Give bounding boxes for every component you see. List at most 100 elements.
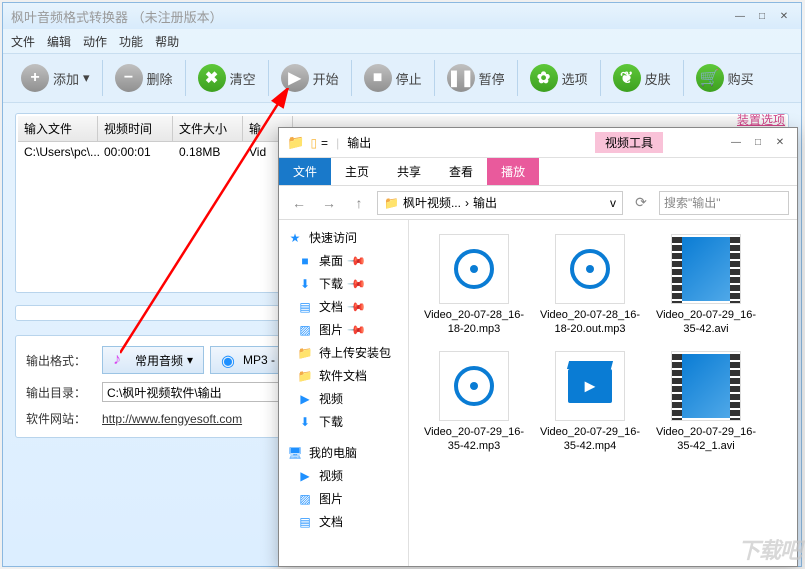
minus-icon: −	[115, 64, 143, 92]
refresh-icon[interactable]: ⟳	[629, 191, 653, 215]
skin-button[interactable]: ❦皮肤	[607, 60, 677, 96]
file-name: Video_20-07-29_16-35-42.mp3	[423, 425, 525, 454]
folder-icon: 📁	[384, 196, 399, 210]
chevron-down-icon: ▾	[187, 353, 193, 367]
plus-icon: +	[21, 64, 49, 92]
file-name: Video_20-07-28_16-18-20.mp3	[423, 308, 525, 337]
file-list: Video_20-07-28_16-18-20.mp3 Video_20-07-2…	[409, 220, 797, 566]
nav-quick-access[interactable]: ★快速访问	[279, 226, 408, 249]
window-title: 枫叶音频格式转换器 （未注册版本）	[11, 7, 223, 26]
file-thumb	[555, 234, 625, 304]
x-icon: ✖	[198, 64, 226, 92]
file-name: Video_20-07-29_16-35-42.mp4	[539, 425, 641, 454]
nav-documents[interactable]: ▤文档📌	[279, 295, 408, 318]
start-button[interactable]: ▶开始	[275, 60, 345, 96]
file-item[interactable]: Video_20-07-29_16-35-42.mp4	[535, 347, 645, 458]
file-thumb	[671, 234, 741, 304]
video-icon: ▶	[297, 392, 313, 406]
ribbon-view[interactable]: 查看	[435, 158, 487, 185]
apple-icon: ❦	[613, 64, 641, 92]
play-icon: ▶	[281, 64, 309, 92]
col-input[interactable]: 输入文件	[18, 116, 98, 141]
buy-button[interactable]: 🛒购买	[690, 60, 760, 96]
nav-my-pc[interactable]: 🖥我的电脑	[279, 441, 408, 464]
clear-button[interactable]: ✖清空	[192, 60, 262, 96]
file-item[interactable]: Video_20-07-29_16-35-42.mp3	[419, 347, 529, 458]
ribbon-home[interactable]: 主页	[331, 158, 383, 185]
folder-icon: 📁	[287, 134, 304, 151]
device-options-link[interactable]: 装置选项	[737, 111, 785, 128]
file-thumb	[439, 351, 509, 421]
nav-back[interactable]: ←	[287, 191, 311, 215]
menu-file[interactable]: 文件	[11, 33, 35, 50]
site-label: 软件网站：	[26, 410, 96, 427]
nav-pc-documents[interactable]: ▤文档	[279, 510, 408, 533]
nav-forward[interactable]: →	[317, 191, 341, 215]
nav-pc-video[interactable]: ▶视频	[279, 464, 408, 487]
exp-maximize[interactable]: □	[749, 136, 767, 150]
document-icon: ▤	[297, 300, 313, 314]
menu-action[interactable]: 动作	[83, 33, 107, 50]
ribbon-file[interactable]: 文件	[279, 158, 331, 185]
nav-pc-pictures[interactable]: ▨图片	[279, 487, 408, 510]
nav-upload-pkg[interactable]: 📁待上传安装包	[279, 341, 408, 364]
delete-button[interactable]: −删除	[109, 60, 179, 96]
format-select[interactable]: ♪常用音频▾	[102, 346, 204, 374]
close-button[interactable]: ✕	[775, 9, 793, 23]
cart-icon: 🛒	[696, 64, 724, 92]
ribbon-play[interactable]: 播放	[487, 158, 539, 185]
col-duration[interactable]: 视频时间	[98, 116, 173, 141]
output-dir-input[interactable]	[102, 382, 282, 402]
add-button[interactable]: +添加▾	[15, 60, 96, 96]
download-icon: ⬇	[297, 415, 313, 429]
nav-pictures[interactable]: ▨图片📌	[279, 318, 408, 341]
folder-icon: 📁	[297, 346, 313, 360]
maximize-button[interactable]: □	[753, 9, 771, 23]
stop-button[interactable]: ■停止	[358, 60, 428, 96]
file-item[interactable]: Video_20-07-28_16-18-20.mp3	[419, 230, 529, 341]
minimize-button[interactable]: —	[731, 9, 749, 23]
file-thumb	[555, 351, 625, 421]
menu-edit[interactable]: 编辑	[47, 33, 71, 50]
pause-icon: ❚❚	[447, 64, 475, 92]
file-name: Video_20-07-28_16-18-20.out.mp3	[539, 308, 641, 337]
ribbon-share[interactable]: 共享	[383, 158, 435, 185]
nav-downloads[interactable]: ⬇下载📌	[279, 272, 408, 295]
title-bar: 枫叶音频格式转换器 （未注册版本） — □ ✕	[3, 3, 801, 29]
menu-function[interactable]: 功能	[119, 33, 143, 50]
menu-bar: 文件 编辑 动作 功能 帮助	[3, 29, 801, 53]
video-tools-tab[interactable]: 视频工具	[595, 132, 663, 153]
picture-icon: ▨	[297, 323, 313, 337]
document-icon: ▤	[297, 515, 313, 529]
options-button[interactable]: ✿选项	[524, 60, 594, 96]
nav-up[interactable]: ↑	[347, 191, 371, 215]
dropdown-icon: ▾	[83, 70, 90, 86]
search-input[interactable]: 搜索"输出"	[659, 191, 789, 215]
nav-downloads2[interactable]: ⬇下载	[279, 410, 408, 433]
file-thumb	[671, 351, 741, 421]
format-label: 输出格式：	[26, 352, 96, 369]
pin-icon: 📌	[346, 319, 367, 340]
address-input[interactable]: 📁 枫叶视频... › 输出 v	[377, 191, 623, 215]
file-item[interactable]: Video_20-07-29_16-35-42.avi	[651, 230, 761, 341]
address-bar: ← → ↑ 📁 枫叶视频... › 输出 v ⟳ 搜索"输出"	[279, 186, 797, 220]
nav-video[interactable]: ▶视频	[279, 387, 408, 410]
dir-label: 输出目录：	[26, 384, 96, 401]
video-icon: ▶	[297, 469, 313, 483]
nav-pane: ★快速访问 ■桌面📌 ⬇下载📌 ▤文档📌 ▨图片📌 📁待上传安装包 📁软件文档 …	[279, 220, 409, 566]
nav-desktop[interactable]: ■桌面📌	[279, 249, 408, 272]
pin-icon: 📌	[346, 273, 367, 294]
col-size[interactable]: 文件大小	[173, 116, 243, 141]
watermark: 下载吧	[738, 533, 801, 565]
desktop-icon: ■	[297, 254, 313, 268]
menu-help[interactable]: 帮助	[155, 33, 179, 50]
file-item[interactable]: Video_20-07-28_16-18-20.out.mp3	[535, 230, 645, 341]
pause-button[interactable]: ❚❚暂停	[441, 60, 511, 96]
file-name: Video_20-07-29_16-35-42.avi	[655, 308, 757, 337]
gear-icon: ✿	[530, 64, 558, 92]
exp-close[interactable]: ✕	[771, 136, 789, 150]
file-item[interactable]: Video_20-07-29_16-35-42_1.avi	[651, 347, 761, 458]
nav-soft-doc[interactable]: 📁软件文档	[279, 364, 408, 387]
pc-icon: 🖥	[287, 446, 303, 460]
exp-minimize[interactable]: —	[727, 136, 745, 150]
